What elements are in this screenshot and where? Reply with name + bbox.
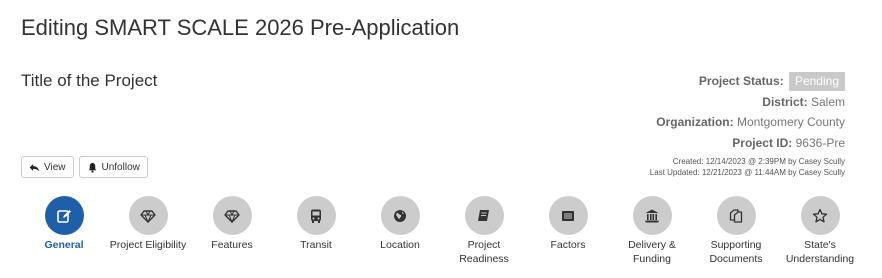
step-label: Factors	[550, 239, 586, 251]
bus-icon	[311, 209, 321, 223]
bank-icon	[645, 209, 659, 222]
edit-icon	[57, 209, 71, 223]
project-id-value: 9636-Pre	[795, 135, 845, 150]
step-label: Transit	[300, 239, 332, 251]
view-button-label: View	[44, 161, 66, 173]
project-actions: View Unfollow	[21, 156, 148, 178]
project-status-label: Project Status:	[698, 74, 784, 88]
step-project-eligibility[interactable]: Project Eligibility	[106, 196, 190, 252]
step-label: Location	[380, 239, 420, 251]
step-circle	[44, 196, 84, 235]
organization-label: Organization:	[656, 115, 734, 129]
organization-value: Montgomery County	[736, 115, 845, 129]
diamond-icon	[224, 209, 240, 223]
step-general[interactable]: General	[22, 196, 106, 252]
star-icon	[812, 208, 828, 222]
project-id-row: Project ID: 9636-Pre	[656, 133, 845, 154]
district-row: District: Salem	[656, 92, 845, 113]
step-supporting-documents[interactable]: Supporting Documents	[694, 196, 778, 266]
step-circle	[128, 196, 168, 235]
bell-icon	[88, 162, 96, 173]
step-label: Features	[211, 239, 253, 251]
step-features[interactable]: Features	[190, 196, 274, 252]
last-updated-stamp: Last Updated: 12/21/2023 @ 11:44AM by Ca…	[649, 168, 845, 177]
organization-row: Organization: Montgomery County	[656, 112, 845, 133]
project-id-label: Project ID:	[732, 135, 793, 150]
step-label: Supporting Documents	[709, 239, 763, 265]
status-badge: Pending	[788, 72, 845, 91]
documents-icon	[729, 208, 743, 223]
book-icon	[478, 209, 489, 221]
step-circle	[632, 196, 672, 235]
step-states-understanding[interactable]: State's Understanding	[778, 196, 862, 266]
globe-icon	[394, 209, 406, 222]
project-title: Title of the Project	[21, 71, 158, 90]
step-delivery-funding[interactable]: Delivery & Funding	[610, 196, 694, 266]
step-label: General	[44, 239, 84, 251]
step-circle	[548, 196, 588, 235]
project-meta: Project Status: Pending District: Salem …	[656, 71, 845, 153]
step-label: Project Eligibility	[109, 239, 187, 251]
step-factors[interactable]: Factors	[526, 196, 610, 252]
diamond-icon	[140, 209, 156, 223]
unfollow-button-label: Unfollow	[101, 161, 140, 173]
step-label: Delivery & Funding	[628, 239, 676, 265]
step-circle	[296, 196, 336, 235]
step-circle	[716, 196, 756, 235]
wizard-steps: General Project Eligibility Features Tra…	[22, 196, 868, 266]
reply-icon	[29, 163, 40, 172]
list-icon	[562, 210, 574, 221]
step-circle	[464, 196, 504, 235]
created-stamp: Created: 12/14/2023 @ 2:39PM by Casey Sc…	[672, 157, 845, 166]
project-status-row: Project Status: Pending	[656, 71, 845, 92]
step-circle	[380, 196, 420, 235]
district-value: Salem	[810, 94, 845, 109]
district-label: District:	[762, 94, 808, 109]
page-title: Editing SMART SCALE 2026 Pre-Application	[21, 15, 460, 40]
step-circle	[212, 196, 252, 235]
step-location[interactable]: Location	[358, 196, 442, 252]
step-project-readiness[interactable]: Project Readiness	[442, 196, 526, 266]
view-button[interactable]: View	[21, 156, 74, 178]
step-transit[interactable]: Transit	[274, 196, 358, 252]
step-label: State's Understanding	[785, 239, 855, 265]
timestamps: Created: 12/14/2023 @ 2:39PM by Casey Sc…	[650, 156, 845, 178]
step-circle	[800, 196, 840, 235]
step-label: Project Readiness	[459, 239, 509, 265]
unfollow-button[interactable]: Unfollow	[78, 156, 148, 178]
